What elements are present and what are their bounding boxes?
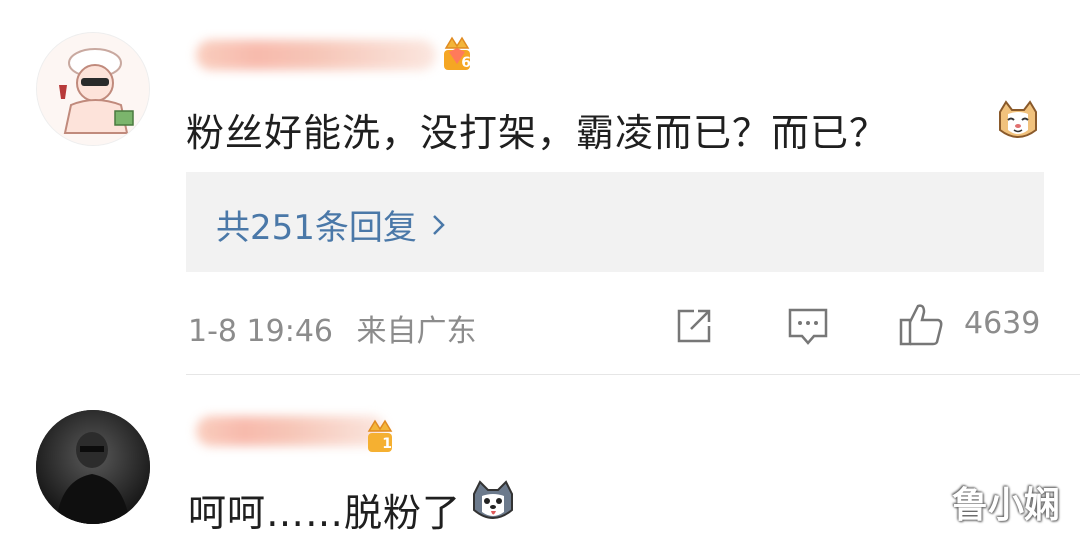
husky-dog-emoji-icon [470,480,516,526]
crown-badge: 6 [440,34,474,72]
timestamp: 1-8 19:46 [188,314,333,349]
replies-label: 共251条回复 [216,208,417,248]
username-blurred[interactable] [196,40,436,70]
avatar[interactable] [36,410,150,524]
comment-text: 呵呵……脱粉了 [188,482,461,537]
source-location: 来自广东 [356,314,477,349]
comment-text: 粉丝好能洗，没打架，霸凌而已？而已？ [186,102,888,157]
like-button[interactable] [898,300,944,348]
watermark: 鲁小娴 [951,485,1060,526]
chevron-right-icon [433,214,445,235]
share-button[interactable] [674,306,714,346]
view-replies-link[interactable]: 共251条回复 [216,200,447,249]
comment-text-content: 呵呵……脱粉了 [188,491,462,535]
comment-text-content: 粉丝好能洗，没打架，霸凌而已？而已？ [186,111,889,155]
divider [186,374,1080,375]
cat-face-emoji-icon [996,100,1040,144]
thumbs-up-icon [899,304,943,346]
badge-level: 1 [382,436,392,452]
comment-bubble-icon [788,308,828,345]
share-icon [677,309,711,343]
username-blurred[interactable] [196,416,386,446]
like-count: 4639 [964,306,1041,341]
comment-meta: 1-8 19:46 来自广东 [188,306,477,350]
avatar-illustration-icon [37,33,149,145]
crown-badge: 1 [364,418,396,454]
comment-button[interactable] [786,306,830,348]
avatar-photo-icon [36,410,150,524]
badge-level: 6 [461,55,471,71]
avatar[interactable] [36,32,150,146]
